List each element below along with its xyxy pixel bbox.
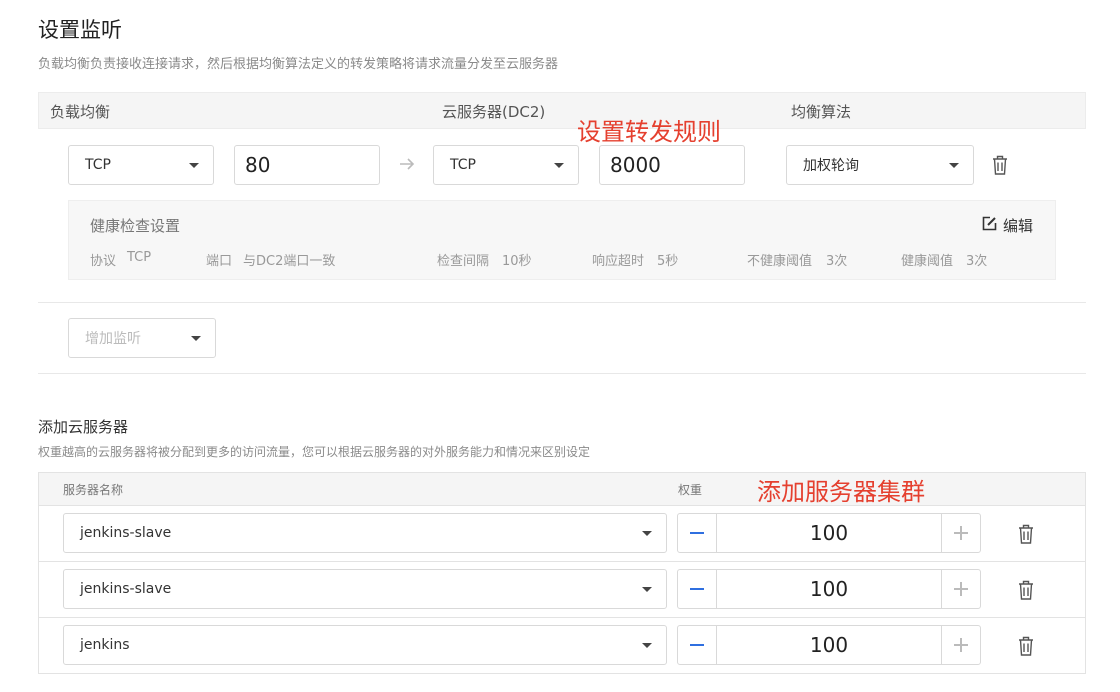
hc-interval-label: 检查间隔 xyxy=(437,254,490,269)
servers-section-subtitle: 权重越高的云服务器将被分配到更多的访问流量，您可以根据云服务器的对外服务能力和情… xyxy=(38,445,591,459)
divider xyxy=(38,302,1086,303)
server-name-value: jenkins xyxy=(80,637,130,653)
hc-port-label: 端口 xyxy=(206,254,233,269)
listener-header-bar xyxy=(38,92,1086,129)
caret-down-icon xyxy=(554,163,564,168)
hc-port-value: 与DC2端口一致 xyxy=(243,254,336,269)
lb-port-input[interactable]: 80 xyxy=(234,145,380,185)
add-listener-select[interactable]: 增加监听 xyxy=(68,318,216,358)
server-protocol-select[interactable]: TCP xyxy=(433,145,579,185)
weight-decrease-button[interactable] xyxy=(678,626,717,664)
servers-table-header xyxy=(39,473,1085,506)
server-select[interactable]: jenkins-slave xyxy=(63,513,667,553)
annotation-forward-rule: 设置转发规则 xyxy=(577,118,721,146)
edit-label: 编辑 xyxy=(1003,217,1034,235)
hc-timeout-label: 响应超时 xyxy=(592,254,645,269)
col-weight: 权重 xyxy=(678,483,703,497)
row-divider xyxy=(39,561,1085,562)
divider xyxy=(38,373,1086,374)
page-title: 设置监听 xyxy=(38,18,122,42)
header-lb-label: 负载均衡 xyxy=(50,103,111,121)
algorithm-select[interactable]: 加权轮询 xyxy=(786,145,974,185)
add-listener-placeholder: 增加监听 xyxy=(85,331,141,347)
hc-protocol-label: 协议 xyxy=(90,254,117,269)
caret-down-icon xyxy=(189,163,199,168)
weight-value[interactable]: 100 xyxy=(717,626,941,664)
col-server-name: 服务器名称 xyxy=(63,483,124,497)
lb-protocol-select[interactable]: TCP xyxy=(68,145,214,185)
weight-increase-button[interactable] xyxy=(941,514,980,552)
delete-server-trash-icon[interactable] xyxy=(1018,636,1034,656)
server-protocol-value: TCP xyxy=(450,157,476,173)
weight-increase-button[interactable] xyxy=(941,626,980,664)
hc-protocol-value: TCP xyxy=(127,250,152,265)
algorithm-value: 加权轮询 xyxy=(803,158,859,174)
health-check-edit-button[interactable]: 编辑 xyxy=(982,215,1033,236)
server-port-value: 8000 xyxy=(610,153,661,177)
row-divider xyxy=(39,617,1085,618)
server-name-value: jenkins-slave xyxy=(80,525,172,541)
weight-stepper[interactable]: 100 xyxy=(677,513,981,553)
weight-decrease-button[interactable] xyxy=(678,570,717,608)
server-name-value: jenkins-slave xyxy=(80,581,172,597)
arrow-right-icon xyxy=(399,154,415,174)
weight-value[interactable]: 100 xyxy=(717,570,941,608)
lb-port-value: 80 xyxy=(245,153,271,177)
weight-stepper[interactable]: 100 xyxy=(677,625,981,665)
weight-decrease-button[interactable] xyxy=(678,514,717,552)
annotation-add-cluster: 添加服务器集群 xyxy=(757,478,925,506)
delete-server-trash-icon[interactable] xyxy=(1018,580,1034,600)
server-select[interactable]: jenkins-slave xyxy=(63,569,667,609)
page-subtitle: 负载均衡负责接收连接请求，然后根据均衡算法定义的转发策略将请求流量分发至云服务器 xyxy=(38,57,559,72)
caret-down-icon xyxy=(642,531,652,536)
delete-listener-trash-icon[interactable] xyxy=(992,155,1008,175)
hc-healthy-label: 健康阈值 xyxy=(901,254,954,269)
hc-healthy-value: 3次 xyxy=(966,254,988,269)
caret-down-icon xyxy=(949,163,959,168)
delete-server-trash-icon[interactable] xyxy=(1018,524,1034,544)
servers-section-title: 添加云服务器 xyxy=(38,418,129,436)
server-select[interactable]: jenkins xyxy=(63,625,667,665)
health-check-title: 健康检查设置 xyxy=(90,217,181,235)
hc-interval-value: 10秒 xyxy=(502,254,532,269)
header-server-label: 云服务器(DC2) xyxy=(442,103,546,121)
hc-unhealthy-label: 不健康阈值 xyxy=(747,254,813,269)
weight-value[interactable]: 100 xyxy=(717,514,941,552)
caret-down-icon xyxy=(191,336,201,341)
caret-down-icon xyxy=(642,643,652,648)
weight-stepper[interactable]: 100 xyxy=(677,569,981,609)
caret-down-icon xyxy=(642,587,652,592)
hc-timeout-value: 5秒 xyxy=(657,254,679,269)
hc-unhealthy-value: 3次 xyxy=(826,254,848,269)
server-port-input[interactable]: 8000 xyxy=(599,145,745,185)
header-algo-label: 均衡算法 xyxy=(791,103,852,121)
lb-protocol-value: TCP xyxy=(85,157,111,173)
edit-icon xyxy=(982,216,997,235)
weight-increase-button[interactable] xyxy=(941,570,980,608)
